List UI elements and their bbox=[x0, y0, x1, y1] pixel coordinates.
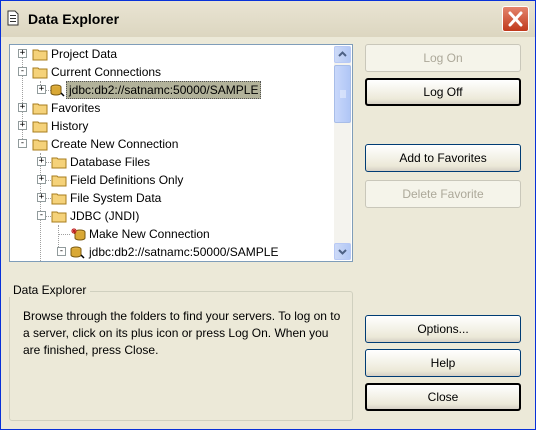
delete-favorite-button[interactable]: Delete Favorite bbox=[365, 180, 521, 208]
tree-node-label: Favorites bbox=[51, 101, 101, 115]
folder-icon bbox=[32, 103, 48, 115]
tree-node-jdbc-jndi[interactable]: - JDBC (JNDI) bbox=[10, 207, 330, 225]
expand-icon[interactable]: + bbox=[37, 193, 46, 202]
tree-node-file-system-data[interactable]: + File System Data bbox=[10, 189, 330, 207]
tree-node-label: jdbc:db2://satnamc:50000/SAMPLE bbox=[66, 81, 262, 99]
folder-icon bbox=[51, 211, 67, 223]
chevron-up-icon bbox=[338, 51, 347, 57]
collapse-icon[interactable]: - bbox=[18, 139, 27, 148]
tree-node-project-data[interactable]: + Project Data bbox=[10, 45, 330, 63]
tree-scrollbar[interactable] bbox=[334, 46, 351, 260]
window-close-button[interactable] bbox=[502, 6, 529, 32]
folder-icon bbox=[51, 175, 67, 187]
folder-icon bbox=[32, 121, 48, 133]
collapse-icon[interactable]: - bbox=[37, 211, 46, 220]
tree-node-label: Current Connections bbox=[51, 65, 162, 79]
connection-tree[interactable]: + Project Data - Current Connections + j… bbox=[9, 44, 353, 262]
tree-node-label: Make New Connection bbox=[89, 227, 210, 241]
tree-node-current-connections[interactable]: - Current Connections bbox=[10, 63, 330, 81]
info-text: Browse through the folders to find your … bbox=[23, 309, 341, 357]
folder-icon bbox=[51, 193, 67, 205]
tree-node-label: jdbc:db2://satnamc:50000/SAMPLE bbox=[89, 245, 279, 259]
tree-node-label: Create New Connection bbox=[51, 137, 179, 151]
folder-icon bbox=[51, 157, 67, 169]
tree-node-jndi-connection-sample[interactable]: - jdbc:db2://satnamc:50000/SAMPLE bbox=[10, 243, 330, 261]
tree-node-current-connection-sample[interactable]: + jdbc:db2://satnamc:50000/SAMPLE bbox=[10, 81, 330, 99]
tree-node-label: Project Data bbox=[51, 47, 118, 61]
close-button[interactable]: Close bbox=[365, 383, 521, 411]
database-connection-icon bbox=[50, 84, 65, 97]
scroll-thumb[interactable] bbox=[334, 65, 351, 123]
tree-node-label: History bbox=[51, 119, 89, 133]
expand-icon[interactable]: + bbox=[37, 175, 46, 184]
folder-icon bbox=[32, 67, 48, 79]
tree-node-label: Field Definitions Only bbox=[70, 173, 184, 187]
tree-node-make-new-connection[interactable]: Make New Connection bbox=[10, 225, 330, 243]
folder-icon bbox=[32, 49, 48, 61]
scroll-down-button[interactable] bbox=[334, 243, 351, 260]
collapse-icon[interactable]: - bbox=[18, 67, 27, 76]
log-off-button[interactable]: Log Off bbox=[365, 78, 521, 106]
chevron-down-icon bbox=[338, 249, 347, 255]
app-document-icon bbox=[7, 10, 19, 26]
expand-icon[interactable]: + bbox=[18, 103, 27, 112]
expand-icon[interactable]: + bbox=[18, 49, 27, 58]
options-button[interactable]: Options... bbox=[365, 315, 521, 343]
expand-icon[interactable]: + bbox=[37, 85, 46, 94]
tree-node-database-files[interactable]: + Database Files bbox=[10, 153, 330, 171]
close-icon bbox=[508, 11, 523, 27]
title-bar[interactable]: Data Explorer bbox=[1, 1, 535, 37]
grip-icon bbox=[340, 90, 346, 98]
window-title: Data Explorer bbox=[28, 11, 120, 27]
tree-node-label: JDBC (JNDI) bbox=[70, 209, 140, 223]
database-connection-icon bbox=[70, 246, 85, 259]
log-on-button[interactable]: Log On bbox=[365, 44, 521, 72]
scroll-up-button[interactable] bbox=[334, 46, 351, 63]
add-to-favorites-button[interactable]: Add to Favorites bbox=[365, 144, 521, 172]
data-explorer-window: Data Explorer + Project Data - Current C… bbox=[0, 0, 536, 430]
expand-icon[interactable]: + bbox=[18, 121, 27, 130]
tree-node-label: Database Files bbox=[70, 155, 151, 169]
expand-icon[interactable]: + bbox=[37, 157, 46, 166]
new-connection-icon bbox=[71, 228, 86, 241]
info-group-title: Data Explorer bbox=[9, 283, 91, 297]
collapse-icon[interactable]: - bbox=[57, 247, 66, 256]
help-button[interactable]: Help bbox=[365, 349, 521, 377]
folder-icon bbox=[32, 139, 48, 151]
tree-node-field-definitions-only[interactable]: + Field Definitions Only bbox=[10, 171, 330, 189]
tree-node-label: File System Data bbox=[70, 191, 162, 205]
tree-node-history[interactable]: + History bbox=[10, 117, 330, 135]
tree-node-favorites[interactable]: + Favorites bbox=[10, 99, 330, 117]
tree-node-create-new-connection[interactable]: - Create New Connection bbox=[10, 135, 330, 153]
